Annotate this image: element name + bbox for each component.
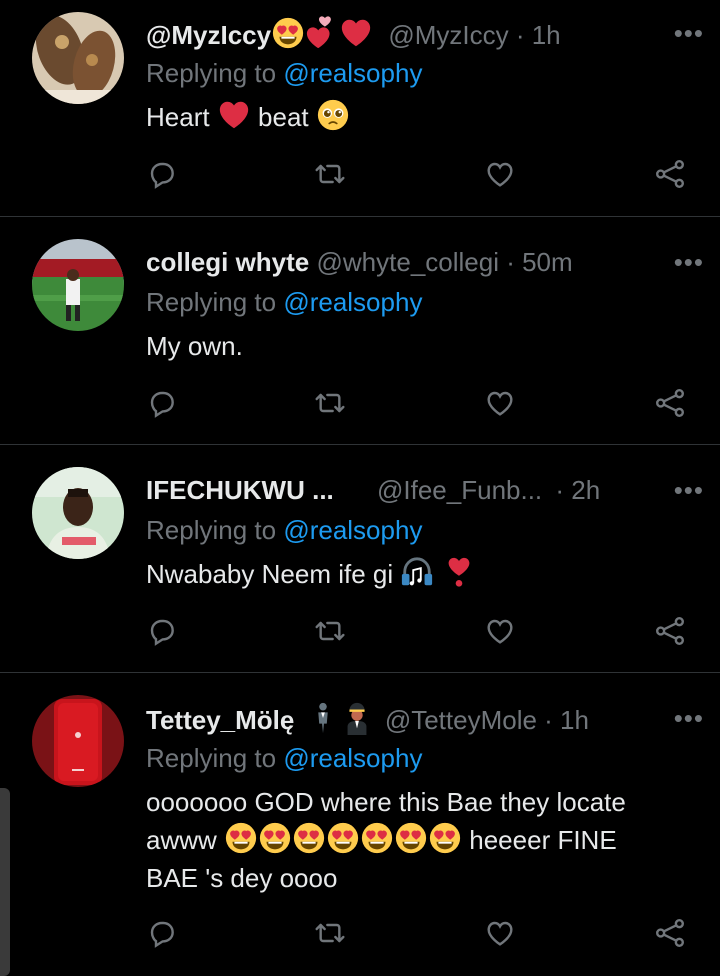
heart-eyes-emoji-icon	[258, 821, 292, 855]
display-name[interactable]: Tettey_Mölę	[146, 705, 294, 735]
replying-to-label: Replying to	[146, 58, 277, 88]
pilot-emoji-icon	[340, 701, 374, 735]
action-bar	[146, 387, 706, 427]
display-name[interactable]: IFECHUKWU ...	[146, 475, 334, 505]
retweet-icon[interactable]	[314, 387, 350, 423]
reply-tweet[interactable]: Tettey_Mölę @TetteyMole · 1h Replying to…	[0, 673, 720, 976]
replying-to: Replying to @realsophy	[146, 743, 422, 774]
tweet-text: My own.	[146, 331, 243, 361]
red-heart-emoji-icon	[339, 16, 373, 50]
headphone-emoji-icon	[400, 555, 434, 589]
tweet-text-part: awww	[146, 825, 217, 855]
user-handle[interactable]: @whyte_collegi	[317, 247, 499, 277]
reply-header: @MyzIccy @MyzIccy · 1h	[146, 16, 561, 50]
mention-link[interactable]: @realsophy	[283, 743, 422, 773]
like-icon[interactable]	[484, 615, 520, 651]
tweet-text-part: Heart	[146, 102, 210, 132]
heart-eyes-emoji-icon	[224, 821, 258, 855]
two-hearts-emoji-icon	[305, 16, 339, 50]
heart-eyes-emoji-icon	[271, 16, 305, 50]
user-handle[interactable]: @TetteyMole	[385, 705, 537, 735]
timestamp[interactable]: · 1h	[544, 705, 589, 735]
replying-to-label: Replying to	[146, 515, 277, 545]
replying-to-label: Replying to	[146, 743, 277, 773]
mention-link[interactable]: @realsophy	[283, 287, 422, 317]
share-icon[interactable]	[654, 615, 690, 651]
more-options-icon[interactable]: •••	[674, 703, 704, 734]
avatar[interactable]	[32, 467, 124, 559]
share-icon[interactable]	[654, 917, 690, 953]
tweet-text: Nwababy Neem ife gi	[146, 555, 686, 593]
retweet-icon[interactable]	[314, 615, 350, 651]
avatar[interactable]	[32, 12, 124, 104]
replying-to: Replying to @realsophy	[146, 58, 422, 89]
red-heart-emoji-icon	[217, 98, 251, 132]
tweet-text-part: heeeer FINE	[469, 825, 617, 855]
mention-link[interactable]: @realsophy	[283, 58, 422, 88]
tweet-text: ooooooo GOD where this Bae they locate a…	[146, 783, 706, 897]
scroll-handle[interactable]	[0, 788, 10, 976]
more-options-icon[interactable]: •••	[674, 18, 704, 49]
share-icon[interactable]	[654, 387, 690, 423]
tweet-text-line: ooooooo GOD where this Bae they locate	[146, 787, 626, 817]
exclamation-heart-emoji-icon	[442, 555, 476, 589]
timestamp[interactable]: · 1h	[516, 20, 561, 50]
more-options-icon[interactable]: •••	[674, 247, 704, 278]
share-icon[interactable]	[654, 158, 690, 194]
user-handle[interactable]: @MyzIccy	[388, 20, 508, 50]
timestamp[interactable]: · 2h	[555, 475, 600, 505]
heart-eyes-emoji-icon	[326, 821, 360, 855]
reply-tweet[interactable]: collegi whyte @whyte_collegi · 50m Reply…	[0, 217, 720, 445]
display-name[interactable]: @MyzIccy	[146, 20, 271, 50]
like-icon[interactable]	[484, 387, 520, 423]
heart-eyes-emoji-icon	[292, 821, 326, 855]
tweet-text-line: awww heeeer FINE	[146, 821, 706, 859]
avatar[interactable]	[32, 695, 124, 787]
reply-icon[interactable]	[146, 387, 182, 423]
mention-link[interactable]: @realsophy	[283, 515, 422, 545]
reply-icon[interactable]	[146, 158, 182, 194]
retweet-icon[interactable]	[314, 158, 350, 194]
retweet-icon[interactable]	[314, 917, 350, 953]
reply-tweet[interactable]: @MyzIccy @MyzIccy · 1h Replying to @real…	[0, 0, 720, 217]
replying-to-label: Replying to	[146, 287, 277, 317]
tweet-text-line: BAE 's dey oooo	[146, 863, 338, 893]
tweet-text-part: Nwababy Neem ife gi	[146, 559, 394, 589]
heart-eyes-emoji-icon	[360, 821, 394, 855]
avatar[interactable]	[32, 239, 124, 331]
more-options-icon[interactable]: •••	[674, 475, 704, 506]
replying-to: Replying to @realsophy	[146, 287, 422, 318]
user-handle[interactable]: @Ifee_Funb...	[377, 475, 542, 505]
display-name[interactable]: collegi whyte	[146, 247, 309, 277]
reply-icon[interactable]	[146, 917, 182, 953]
reply-header: collegi whyte @whyte_collegi · 50m	[146, 245, 573, 279]
like-icon[interactable]	[484, 158, 520, 194]
action-bar	[146, 615, 706, 655]
reply-tweet[interactable]: IFECHUKWU ... @Ifee_Funb... · 2h Replyin…	[0, 445, 720, 673]
action-bar	[146, 917, 706, 957]
reply-header: IFECHUKWU ... @Ifee_Funb... · 2h	[146, 473, 600, 507]
heart-eyes-emoji-icon	[428, 821, 462, 855]
like-icon[interactable]	[484, 917, 520, 953]
replying-to: Replying to @realsophy	[146, 515, 422, 546]
heart-eyes-emoji-icon	[394, 821, 428, 855]
person-emoji-icon	[306, 701, 340, 735]
timestamp[interactable]: · 50m	[506, 247, 572, 277]
action-bar	[146, 158, 706, 198]
pleading-face-emoji-icon	[316, 98, 350, 132]
reply-header: Tettey_Mölę @TetteyMole · 1h	[146, 701, 589, 735]
reply-icon[interactable]	[146, 615, 182, 651]
tweet-text-part: beat	[258, 102, 309, 132]
tweet-text: Heart beat	[146, 98, 686, 136]
